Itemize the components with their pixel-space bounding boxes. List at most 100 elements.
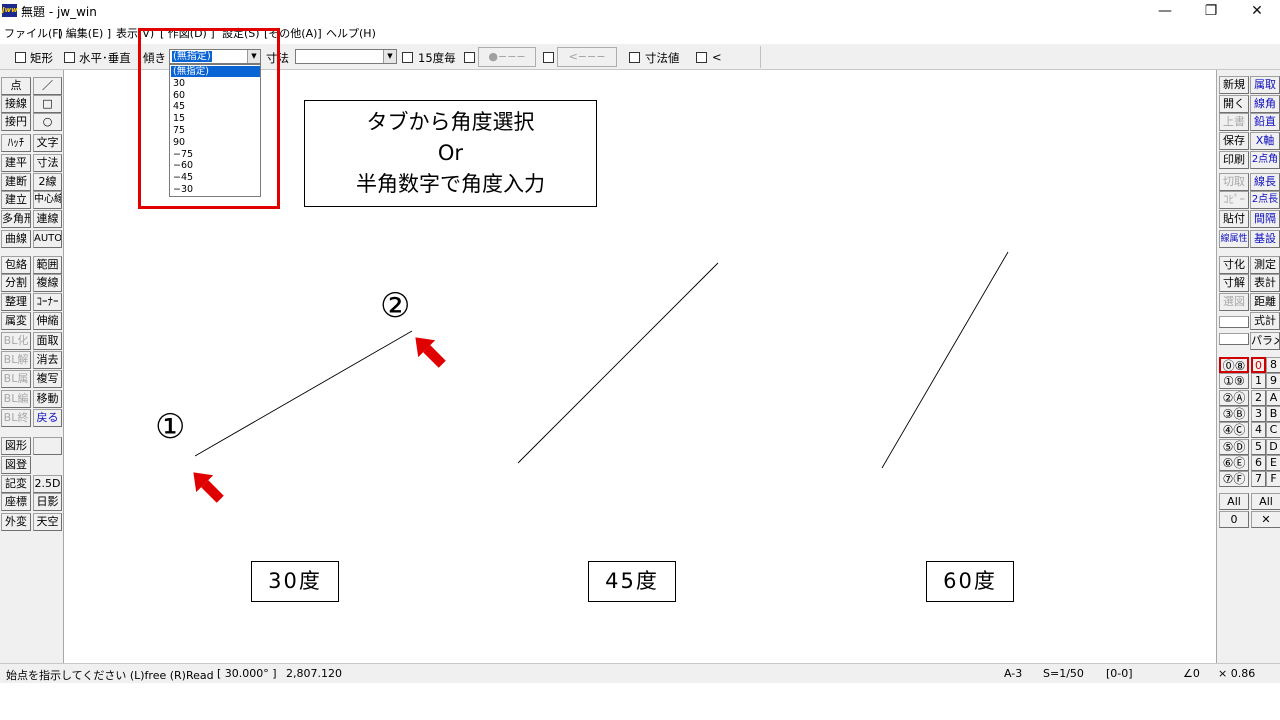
tool-18[interactable]: 図形 [1, 437, 31, 455]
layer-button[interactable]: 5 [1251, 438, 1266, 455]
layer-button[interactable]: F [1266, 471, 1280, 488]
dimval-checkbox[interactable] [629, 52, 640, 63]
rtool-b-0[interactable]: 属取 [1250, 76, 1280, 94]
layer-button[interactable]: 3 [1251, 405, 1266, 422]
tool-b-11[interactable]: ｺｰﾅｰ [33, 293, 62, 311]
rtool-1[interactable]: 開く [1219, 95, 1249, 113]
rtool-b-5[interactable]: 線長 [1250, 173, 1280, 191]
tool-b-21[interactable]: 天空 [33, 513, 62, 531]
tool-15[interactable]: BL属 [1, 370, 31, 388]
rtool-7[interactable]: 貼付 [1219, 210, 1249, 228]
tool-5[interactable]: 建断 [1, 173, 31, 191]
tool-17[interactable]: BL終 [1, 409, 31, 427]
tool-4[interactable]: 建平 [1, 154, 31, 172]
layer-button[interactable]: 4 [1251, 422, 1266, 439]
rtool-b-7[interactable]: 間隔 [1250, 210, 1280, 228]
tool-b-20[interactable]: 日影 [33, 493, 62, 511]
tool-7[interactable]: 多角形 [1, 210, 31, 228]
rtool-b-6[interactable]: 2点長 [1250, 191, 1280, 209]
chevron-down-icon[interactable]: ▼ [383, 50, 396, 63]
menu-file[interactable]: ファイル(F) [4, 25, 63, 41]
rtool-b-13[interactable]: 式計 [1250, 312, 1280, 330]
tool-b-3[interactable]: 文字 [33, 134, 62, 152]
tool-b-14[interactable]: 消去 [33, 351, 62, 369]
tool-3[interactable]: ﾊｯﾁ [1, 134, 31, 152]
layer-button[interactable]: 6 [1251, 454, 1266, 471]
tool-1[interactable]: 接線 [1, 95, 31, 113]
tool-0[interactable]: 点 [1, 77, 31, 95]
layer-button[interactable]: 9 [1266, 373, 1280, 390]
dot-line-checkbox[interactable] [464, 52, 475, 63]
status-layer[interactable]: [0-0] [1106, 667, 1133, 680]
status-zoom[interactable]: × 0.86 [1218, 667, 1255, 680]
rtool-3[interactable]: 保存 [1219, 132, 1249, 150]
maximize-button[interactable]: ❐ [1188, 0, 1234, 22]
rtool-b-11[interactable]: 距離 [1250, 293, 1280, 311]
dim-combobox[interactable]: ▼ [295, 49, 397, 64]
close-icon[interactable]: ✕ [1251, 511, 1280, 528]
rtool-4[interactable]: 印刷 [1219, 151, 1249, 169]
tool-20[interactable]: 記変 [1, 475, 31, 493]
tool-6[interactable]: 建立 [1, 191, 31, 209]
tool-9[interactable]: 包絡 [1, 256, 31, 274]
tool-16[interactable]: BL編 [1, 390, 31, 408]
line-style-sample[interactable] [1219, 316, 1249, 328]
rtool-b-9[interactable]: 測定 [1250, 256, 1280, 274]
rtool-5[interactable]: 切取 [1219, 173, 1249, 191]
tool-b-13[interactable]: 面取 [33, 332, 62, 350]
tool-b-9[interactable]: 範囲 [33, 256, 62, 274]
line-style-sample[interactable] [1219, 333, 1249, 345]
tool-10[interactable]: 分割 [1, 274, 31, 292]
dot-line-button[interactable]: ●−−− [478, 47, 536, 67]
layer-button[interactable]: B [1266, 405, 1280, 422]
layer-group-button[interactable]: ③Ⓑ [1219, 405, 1249, 422]
deg15-checkbox[interactable] [402, 52, 413, 63]
rtool-b-1[interactable]: 線角 [1250, 95, 1280, 113]
layer-button[interactable]: 7 [1251, 471, 1266, 488]
minimize-button[interactable]: — [1142, 0, 1188, 22]
tool-12[interactable]: 属変 [1, 312, 31, 330]
layer-group-button[interactable]: ①⑨ [1219, 373, 1249, 390]
tool-b-19[interactable]: 2.5D [33, 475, 62, 493]
tool-14[interactable]: BL解 [1, 351, 31, 369]
layer-group-button[interactable]: ⑥Ⓔ [1219, 454, 1249, 471]
tool-b-6[interactable]: 中心線 [33, 191, 62, 209]
arrow-line-checkbox[interactable] [543, 52, 554, 63]
arrow-line-button[interactable]: <−−− [557, 47, 617, 67]
tool-b-16[interactable]: 移動 [33, 390, 62, 408]
tool-b-12[interactable]: 伸縮 [33, 312, 62, 330]
layer-group-button[interactable]: ⓪⑧ [1219, 357, 1249, 373]
rtool-b-2[interactable]: 鉛直 [1250, 113, 1280, 131]
rtool-9[interactable]: 寸化 [1219, 256, 1249, 274]
layer-group-button[interactable]: ⑤Ⓓ [1219, 438, 1249, 455]
status-paper[interactable]: A-3 [1004, 667, 1022, 680]
layer-button[interactable]: E [1266, 454, 1280, 471]
tool-11[interactable]: 整理 [1, 293, 31, 311]
rtool-11[interactable]: 選図 [1219, 293, 1249, 311]
rtool-6[interactable]: ｺﾋﾟｰ [1219, 191, 1249, 209]
layer-group-button[interactable]: ⑦Ⓕ [1219, 471, 1249, 488]
layer-button[interactable]: A [1266, 389, 1280, 406]
tool-b-7[interactable]: 連線 [33, 210, 62, 228]
all-layer-groups-button[interactable]: All [1219, 493, 1249, 510]
rtool-8[interactable]: 線属性 [1219, 230, 1249, 248]
layer-button[interactable]: 0 [1251, 357, 1266, 373]
tool-b-10[interactable]: 複線 [33, 274, 62, 292]
rtool-0[interactable]: 新規 [1219, 76, 1249, 94]
tool-22[interactable]: 外変 [1, 513, 31, 531]
line-tool-icon[interactable]: ／ [33, 77, 62, 95]
status-scale[interactable]: S=1/50 [1043, 667, 1084, 680]
tool-b-5[interactable]: 2線 [33, 173, 62, 191]
rect-checkbox[interactable] [15, 52, 26, 63]
circle-tool-icon[interactable]: ○ [33, 113, 62, 131]
layer-button[interactable]: 2 [1251, 389, 1266, 406]
layer-button[interactable]: D [1266, 438, 1280, 455]
layer-group-zero-button[interactable]: 0 [1219, 511, 1249, 528]
menu-help[interactable]: ヘルプ(H) [326, 25, 376, 41]
close-button[interactable]: ✕ [1234, 0, 1280, 22]
tool-21[interactable]: 座標 [1, 493, 31, 511]
layer-button[interactable]: C [1266, 422, 1280, 439]
rtool-b-3[interactable]: X軸 [1250, 132, 1280, 150]
layer-button[interactable]: 1 [1251, 373, 1266, 390]
tool-b-15[interactable]: 複写 [33, 370, 62, 388]
